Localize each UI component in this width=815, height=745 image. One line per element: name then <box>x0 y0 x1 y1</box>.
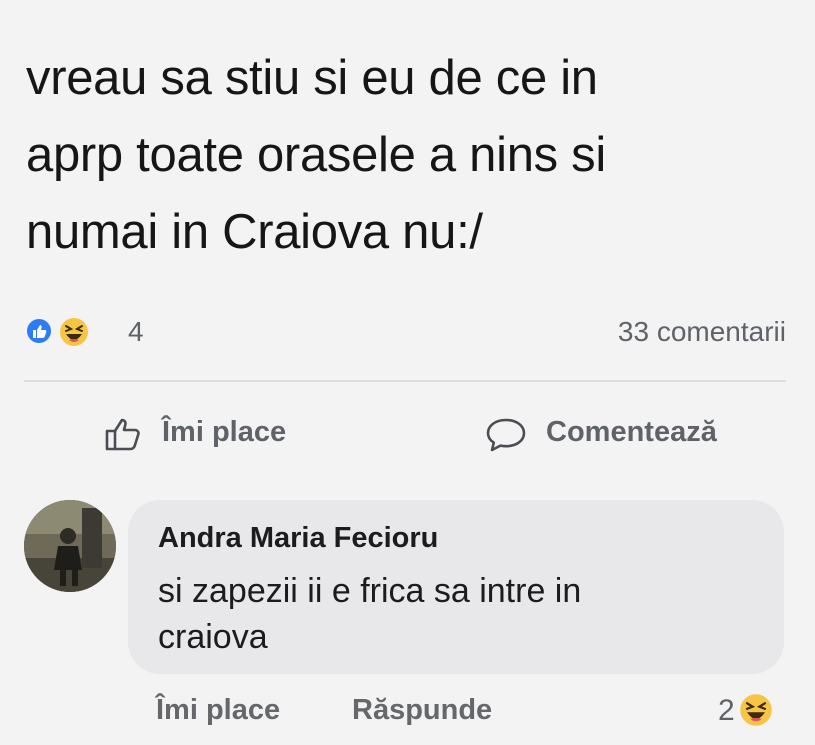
reactions-summary[interactable]: 4 33 comentarii <box>24 310 786 354</box>
comment-button-label: Comentează <box>546 416 717 448</box>
thumbs-up-icon <box>102 412 146 456</box>
divider <box>24 380 786 382</box>
comment-author[interactable]: Andra Maria Fecioru <box>158 522 438 555</box>
comment-like-button[interactable]: Îmi place <box>156 694 280 727</box>
comment-text-line: si zapezii ii e frica sa intre in <box>158 572 582 610</box>
like-button[interactable]: Îmi place <box>102 408 322 460</box>
post-text: vreau sa stiu si eu de ce in aprp toate … <box>26 40 796 271</box>
post-text-line: numai in Craiova nu:/ <box>26 205 483 259</box>
comment-reactions[interactable]: 2 <box>718 692 798 732</box>
haha-icon <box>738 692 774 728</box>
comments-count-link[interactable]: 33 comentarii <box>618 316 786 348</box>
post-text-line: vreau sa stiu si eu de ce in <box>26 51 598 105</box>
comment-text-line: craiova <box>158 618 268 656</box>
haha-icon <box>58 316 90 348</box>
comment-reaction-count: 2 <box>718 694 735 727</box>
reaction-icons[interactable] <box>24 314 104 350</box>
like-icon <box>24 316 54 346</box>
post-text-line: aprp toate orasele a nins si <box>26 128 606 182</box>
comment-reply-button[interactable]: Răspunde <box>352 694 492 727</box>
avatar[interactable] <box>24 500 116 592</box>
comment-text: si zapezii ii e frica sa intre in craiov… <box>158 568 718 660</box>
comment-button[interactable]: Comentează <box>484 408 744 460</box>
like-button-label: Îmi place <box>162 416 287 448</box>
comment-bubble-icon <box>484 412 528 456</box>
reaction-count: 4 <box>128 316 144 347</box>
comment-bubble[interactable]: Andra Maria Fecioru si zapezii ii e fric… <box>128 500 784 674</box>
